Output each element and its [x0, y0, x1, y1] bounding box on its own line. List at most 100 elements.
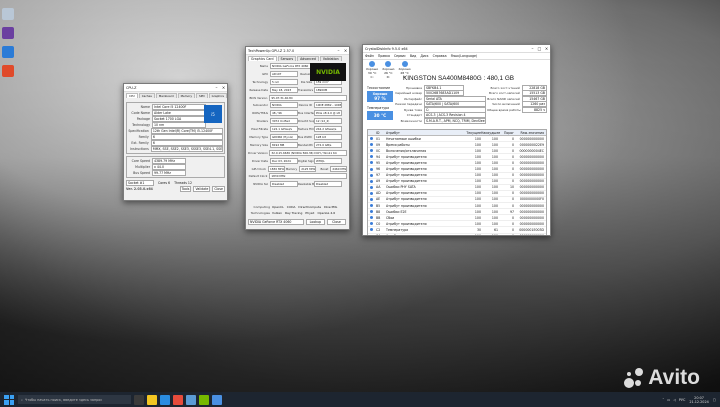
cpuz-tab[interactable]: Mainboard	[155, 93, 177, 98]
cpuz-titlebar[interactable]: CPU-Z – ×	[124, 84, 227, 92]
drive-info-label: Буква тома	[404, 107, 422, 112]
cdi-titlebar[interactable]: CrystalDiskInfo 9.5.0 x64 – □ ×	[363, 45, 550, 53]
smart-cell: 000000000000	[519, 209, 544, 214]
smart-status-cell	[368, 222, 376, 226]
smart-col-attr[interactable]: Атрибут	[386, 131, 464, 135]
minimize-icon[interactable]: –	[529, 45, 536, 52]
clock[interactable]: 20:07 21.12.2024	[689, 396, 708, 404]
cdi-menu-item[interactable]: Файл	[365, 54, 374, 58]
language-indicator[interactable]: РУС	[679, 398, 685, 402]
close-icon[interactable]: ×	[220, 84, 227, 91]
cdi-menu-item[interactable]: Справка	[433, 54, 447, 58]
maximize-icon[interactable]: □	[536, 45, 543, 52]
desktop-icon-browser[interactable]	[2, 65, 14, 77]
cpuz-tab[interactable]: CPU	[126, 93, 138, 98]
gpuz-field-label: GPU	[262, 71, 268, 76]
cpuz-taskbar-icon[interactable]	[186, 394, 196, 405]
tech-physx[interactable]: PhysX	[305, 211, 314, 215]
smart-cell: Атрибут производителя	[386, 234, 464, 235]
gpuz-field-value: NVIDIA	[270, 102, 298, 109]
windows-start-icon[interactable]	[4, 394, 14, 405]
close-button[interactable]: Close	[326, 219, 346, 225]
minimize-icon[interactable]: –	[335, 47, 342, 54]
smart-status-cell	[368, 167, 376, 171]
gpuz-field-label: Memory Size	[249, 142, 268, 147]
computing-directml[interactable]: DirectML	[324, 205, 337, 209]
cdi-menu-item[interactable]: Язык(Language)	[451, 54, 478, 58]
tech-opengl[interactable]: OpenGL 4.6	[317, 211, 335, 215]
cpuz-tab[interactable]: Graphics	[208, 93, 227, 98]
close-icon[interactable]: ×	[342, 47, 349, 54]
status-dot-icon	[370, 137, 373, 141]
cpuz-tab[interactable]: Memory	[177, 93, 195, 98]
smart-cell: 30	[476, 227, 481, 232]
status-dot-icon	[370, 143, 373, 147]
smart-cell: 0C	[376, 148, 381, 153]
computing-cuda[interactable]: CUDA	[287, 205, 296, 209]
network-icon[interactable]: ▭	[667, 398, 670, 402]
yandex-browser-icon[interactable]	[173, 394, 183, 405]
gpuz-field-value: 18900M	[314, 86, 342, 93]
cpuz-tab[interactable]: Caches	[138, 93, 155, 98]
desktop-icon-recycle-bin[interactable]	[2, 8, 14, 20]
tab-sensors[interactable]: Sensors	[277, 56, 297, 61]
close-icon[interactable]: ×	[543, 45, 550, 52]
taskbar-search-input[interactable]: ⌕ Чтобы начать поиск, введите здесь запр…	[18, 395, 131, 404]
socket-select[interactable]: Socket #1	[126, 180, 154, 186]
tools-button[interactable]: Tools	[179, 186, 192, 192]
taskview-icon[interactable]	[134, 394, 144, 405]
drive-tab[interactable]: Хорошо 28 °C E:	[398, 61, 411, 79]
tech-vulkan[interactable]: Vulkan	[272, 211, 282, 215]
gpuz-window[interactable]: TechPowerUp GPU-Z 2.57.0 – × Graphics Ca…	[245, 46, 350, 230]
tab-advanced[interactable]: Advanced	[297, 56, 319, 61]
computing-opencl[interactable]: OpenCL	[272, 205, 284, 209]
technologies-label: Technologies	[250, 211, 270, 215]
cpuz-title: CPU-Z	[126, 85, 137, 90]
notification-icon[interactable]: ▢	[713, 398, 716, 402]
drive-stat-value: 8825 ч	[521, 106, 547, 113]
gpu-select[interactable]: NVIDIA GeForce RTX 4060	[248, 219, 304, 225]
desktop-icon-app[interactable]	[2, 27, 14, 39]
desktop-icon-shortcut[interactable]	[2, 46, 14, 58]
smart-col-raw[interactable]: Raw-значения	[514, 131, 546, 135]
smart-col-id[interactable]: ID	[376, 131, 386, 135]
smart-col-worst[interactable]: Наихудшее	[481, 131, 500, 135]
gpuz-taskbar-icon[interactable]	[199, 394, 209, 405]
file-explorer-icon[interactable]	[147, 394, 157, 405]
smart-status-cell	[368, 210, 376, 214]
smart-cell: 100	[474, 191, 481, 196]
close-button[interactable]: Close	[212, 186, 225, 192]
volume-icon[interactable]: ◁	[673, 398, 676, 402]
gpuz-field-label: Technology	[252, 79, 268, 84]
health-status-badge[interactable]: Хорошо 97 %	[367, 91, 393, 102]
smart-cell: 100	[491, 160, 498, 165]
tech-raytracing[interactable]: Ray Tracing	[285, 211, 302, 215]
edge-browser-icon[interactable]	[160, 394, 170, 405]
smart-cell: 10	[509, 185, 514, 190]
cdi-menu-item[interactable]: Правка	[378, 54, 390, 58]
lookup-button[interactable]: Lookup	[305, 219, 325, 225]
minimize-icon[interactable]: –	[213, 84, 220, 91]
chevron-up-icon[interactable]: ˄	[662, 398, 664, 402]
smart-cell: Атрибут производителя	[386, 154, 427, 159]
computing-label: Computing	[253, 205, 270, 209]
cdi-menu-item[interactable]: Сервис	[394, 54, 406, 58]
crystaldiskinfo-taskbar-icon[interactable]	[212, 394, 222, 405]
drive-tab[interactable]: Хорошо 30 °C C:	[366, 61, 378, 79]
drive-tab[interactable]: Хорошо 26 °C D:	[382, 61, 394, 79]
smart-cell: 100	[491, 167, 498, 172]
smart-col-threshold[interactable]: Порог	[498, 131, 514, 135]
gpuz-titlebar[interactable]: TechPowerUp GPU-Z 2.57.0 – ×	[246, 47, 349, 55]
cdi-menu-item[interactable]: Диск	[420, 54, 428, 58]
cdi-menu-item[interactable]: Вид	[410, 54, 416, 58]
cpuz-window[interactable]: CPU-Z – × CPU Caches Mainboard Memory SPD Gra…	[123, 83, 228, 201]
table-row[interactable]: C4Атрибут производителя10010000000000000…	[368, 234, 546, 235]
crystaldiskinfo-window[interactable]: CrystalDiskInfo 9.5.0 x64 – □ × Файл Прав…	[362, 44, 551, 236]
computing-directcompute[interactable]: DirectCompute	[298, 205, 321, 209]
smart-col-current[interactable]: Текущее	[464, 131, 481, 135]
cpuz-tab[interactable]: SPD	[195, 93, 208, 98]
tab-graphics-card[interactable]: Graphics Card	[248, 56, 277, 61]
validate-button[interactable]: Validate	[193, 186, 211, 192]
gpuz-field-value: NVIDIA GeForce RTX 4060	[270, 62, 314, 69]
tab-validation[interactable]: Validation	[319, 56, 342, 61]
